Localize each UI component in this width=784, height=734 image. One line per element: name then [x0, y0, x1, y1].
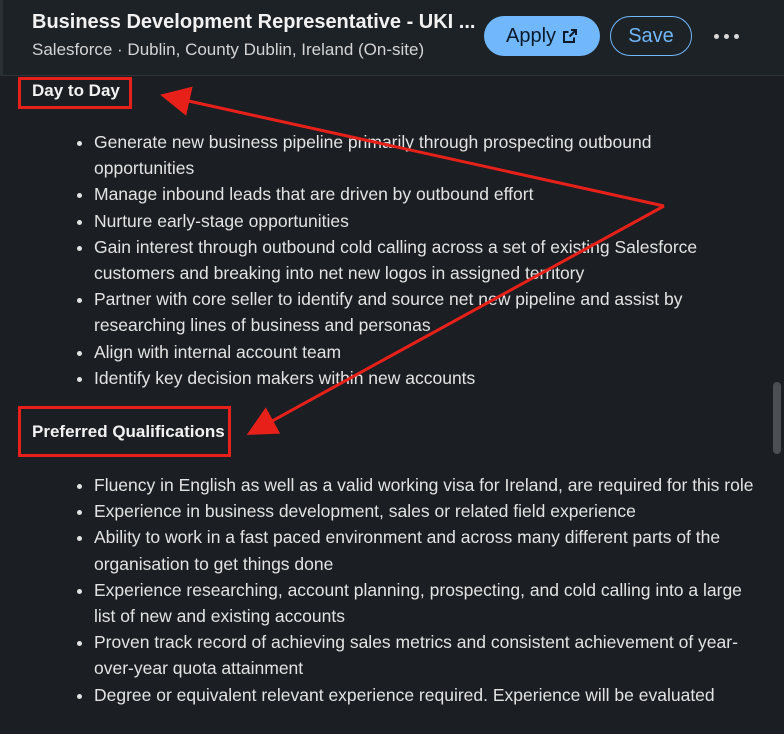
- apply-button-label: Apply: [505, 24, 557, 47]
- list-item: Align with internal account team: [94, 339, 754, 365]
- list-item: Generate new business pipeline primarily…: [94, 129, 754, 181]
- list-item: Proven track record of achieving sales m…: [94, 629, 754, 681]
- list-item: Degree or equivalent relevant experience…: [94, 682, 754, 708]
- preferred-qualifications-highlight-box: [18, 406, 231, 457]
- more-options-icon[interactable]: [706, 16, 746, 56]
- header-divider: [0, 0, 3, 76]
- job-details-page: Business Development Representative - UK…: [0, 0, 784, 734]
- list-item: Fluency in English as well as a valid wo…: [94, 472, 754, 498]
- job-description: Day to Day Generate new business pipelin…: [0, 76, 770, 734]
- preferred-qualifications-list: Fluency in English as well as a valid wo…: [58, 472, 754, 708]
- save-button[interactable]: Save: [610, 16, 692, 56]
- list-item: Nurture early-stage opportunities: [94, 208, 754, 234]
- list-item: Experience in business development, sale…: [94, 498, 754, 524]
- job-header: Business Development Representative - UK…: [0, 0, 784, 76]
- external-link-icon: [562, 28, 578, 44]
- day-to-day-highlight-box: [18, 77, 132, 109]
- list-item: Identify key decision makers within new …: [94, 365, 754, 391]
- list-item: Experience researching, account planning…: [94, 577, 754, 629]
- list-item: Ability to work in a fast paced environm…: [94, 524, 754, 576]
- list-item: Partner with core seller to identify and…: [94, 286, 754, 338]
- list-item: Gain interest through outbound cold call…: [94, 234, 754, 286]
- job-subtitle: Salesforce · Dublin, County Dublin, Irel…: [32, 40, 425, 59]
- list-item: Manage inbound leads that are driven by …: [94, 181, 754, 207]
- job-title[interactable]: Business Development Representative - UK…: [32, 11, 475, 34]
- apply-button[interactable]: Apply: [484, 16, 600, 56]
- day-to-day-list: Generate new business pipeline primarily…: [58, 129, 754, 391]
- scrollbar[interactable]: [770, 76, 784, 734]
- scrollbar-thumb[interactable]: [773, 382, 781, 454]
